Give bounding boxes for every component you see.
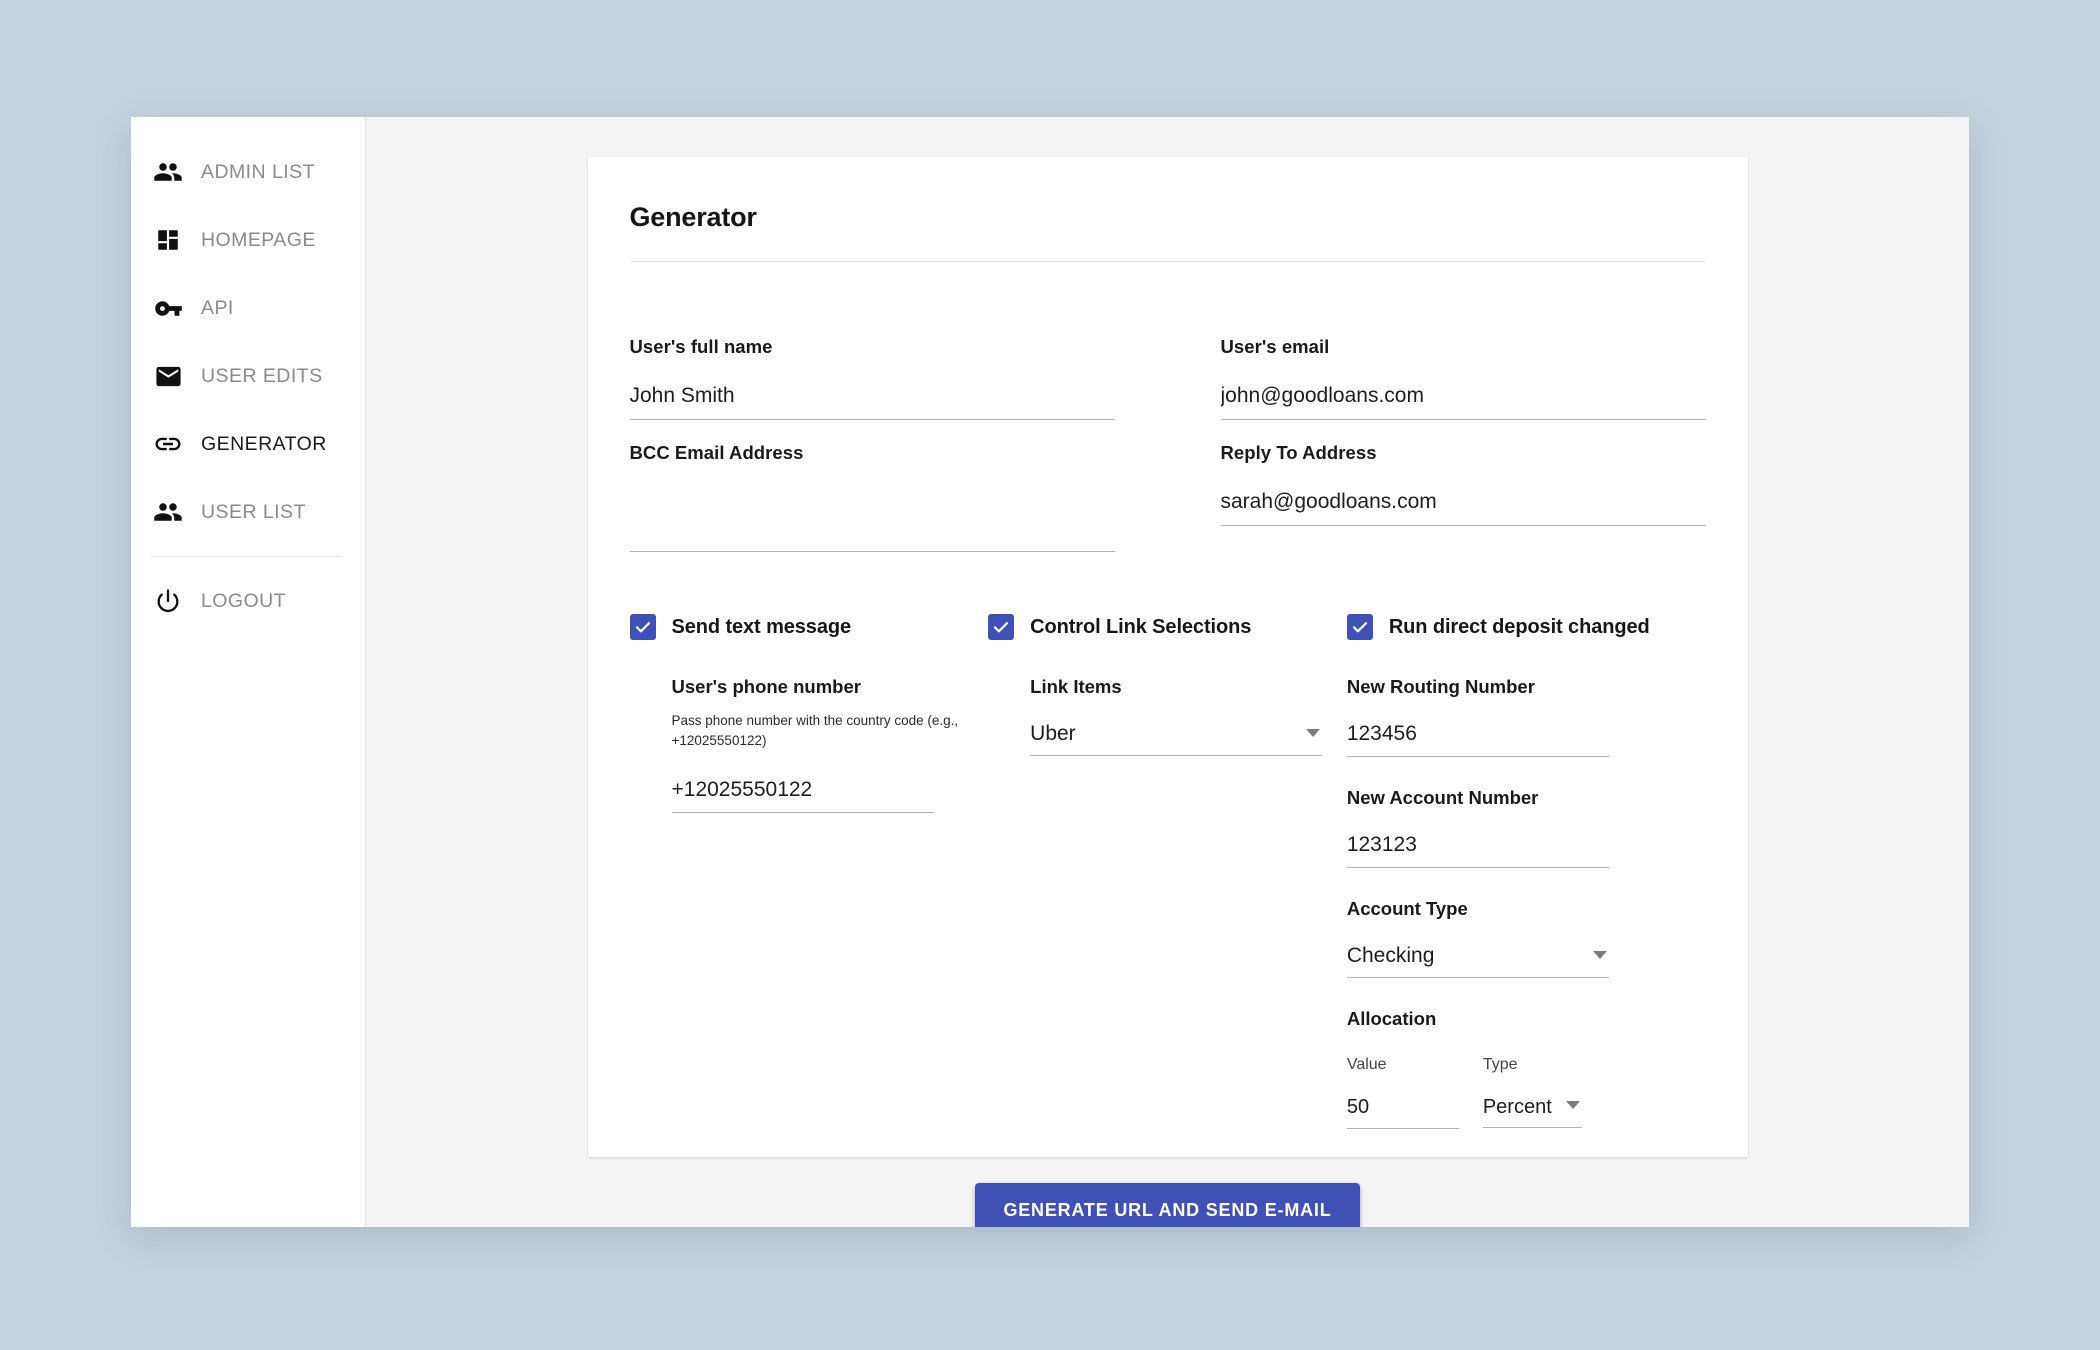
email-input[interactable] <box>1220 384 1706 420</box>
account-type-select-wrap: Checking <box>1346 944 1609 978</box>
phone-number-label: User's phone number <box>671 676 861 697</box>
account-type-label: Account Type <box>1346 898 1468 919</box>
allocation-label: Allocation <box>1346 1008 1437 1029</box>
direct-deposit-section: New Routing Number New Account Number Ac… <box>1346 640 1686 1129</box>
checkbox-label: Run direct deposit changed <box>1388 615 1650 638</box>
checkbox-run-direct-deposit-changed[interactable]: Run direct deposit changed <box>1346 614 1686 640</box>
field-full-name: User's full name <box>629 336 1115 420</box>
allocation-type-select[interactable]: Percent <box>1482 1096 1582 1128</box>
phone-number-input[interactable] <box>671 778 934 814</box>
sidebar-item-label: GENERATOR <box>201 432 327 455</box>
link-items-section: Link Items Uber <box>988 640 1327 756</box>
checkmark-icon <box>988 614 1015 640</box>
app-window: ADMIN LIST HOMEPAGE API USER EDITS GENER… <box>131 117 1969 1227</box>
sidebar-item-label: API <box>201 296 234 319</box>
checkbox-label: Send text message <box>671 615 852 638</box>
options-grid: Send text message User's phone number Pa… <box>629 614 1706 1129</box>
sidebar-divider <box>151 556 341 557</box>
allocation-value-label: Value <box>1346 1056 1387 1073</box>
sidebar-item-label: HOMEPAGE <box>201 228 316 251</box>
sidebar-item-label: LOGOUT <box>201 589 287 612</box>
sidebar-item-logout[interactable]: LOGOUT <box>131 567 365 635</box>
allocation-type-group: Type Percent <box>1482 1056 1609 1129</box>
bcc-label: BCC Email Address <box>629 442 804 463</box>
field-bcc: BCC Email Address <box>629 442 1115 552</box>
option-column-link-selections: Control Link Selections Link Items Uber <box>988 614 1347 1129</box>
phone-number-section: User's phone number Pass phone number wi… <box>630 640 969 814</box>
sidebar: ADMIN LIST HOMEPAGE API USER EDITS GENER… <box>131 117 366 1227</box>
key-icon <box>151 291 185 325</box>
allocation-type-select-wrap: Percent <box>1482 1096 1582 1128</box>
sidebar-item-label: USER EDITS <box>201 364 323 387</box>
reply-to-input[interactable] <box>1220 490 1706 526</box>
sidebar-item-label: ADMIN LIST <box>201 160 315 183</box>
generator-card: Generator User's full name User's email … <box>587 157 1748 1227</box>
full-name-input[interactable] <box>629 384 1115 420</box>
account-type-select[interactable]: Checking <box>1346 944 1609 978</box>
checkmark-icon <box>629 614 656 640</box>
contact-fields-grid: User's full name User's email BCC Email … <box>629 336 1706 574</box>
routing-number-input[interactable] <box>1346 722 1609 757</box>
routing-number-label: New Routing Number <box>1346 676 1535 697</box>
field-reply-to: Reply To Address <box>1220 442 1706 552</box>
submit-row: GENERATE URL AND SEND E-MAIL <box>630 1183 1706 1227</box>
generate-url-and-send-email-button[interactable]: GENERATE URL AND SEND E-MAIL <box>975 1183 1360 1227</box>
checkbox-control-link-selections[interactable]: Control Link Selections <box>988 614 1327 640</box>
sidebar-item-homepage[interactable]: HOMEPAGE <box>131 206 365 274</box>
field-email: User's email <box>1220 336 1706 420</box>
link-icon <box>151 427 185 461</box>
bcc-input[interactable] <box>629 490 1115 552</box>
allocation-value-input[interactable] <box>1346 1096 1459 1129</box>
checkbox-label: Control Link Selections <box>1030 615 1252 638</box>
power-icon <box>151 584 185 618</box>
main-content: Generator User's full name User's email … <box>366 117 1969 1227</box>
dashboard-icon <box>151 223 185 257</box>
checkmark-icon <box>1346 614 1373 640</box>
sidebar-item-generator[interactable]: GENERATOR <box>131 410 365 478</box>
link-items-label: Link Items <box>1030 676 1122 697</box>
people-icon <box>151 155 185 189</box>
sidebar-item-api[interactable]: API <box>131 274 365 342</box>
title-divider <box>629 261 1706 262</box>
sidebar-item-user-list[interactable]: USER LIST <box>131 478 365 546</box>
checkbox-send-text-message[interactable]: Send text message <box>629 614 969 640</box>
allocation-value-group: Value <box>1346 1056 1459 1129</box>
link-items-select[interactable]: Uber <box>1030 722 1323 756</box>
phone-number-helper-text: Pass phone number with the country code … <box>671 713 959 748</box>
account-number-label: New Account Number <box>1346 787 1539 808</box>
full-name-label: User's full name <box>629 336 773 357</box>
sidebar-item-label: USER LIST <box>201 500 306 523</box>
sidebar-item-user-edits[interactable]: USER EDITS <box>131 342 365 410</box>
account-number-input[interactable] <box>1346 833 1609 868</box>
allocation-type-label: Type <box>1482 1056 1518 1073</box>
reply-to-label: Reply To Address <box>1220 442 1377 463</box>
option-column-text-message: Send text message User's phone number Pa… <box>629 614 989 1129</box>
people-icon <box>151 495 185 529</box>
page-title: Generator <box>629 202 757 232</box>
option-column-direct-deposit: Run direct deposit changed New Routing N… <box>1346 614 1706 1129</box>
sidebar-item-admin-list[interactable]: ADMIN LIST <box>131 138 365 206</box>
mail-icon <box>151 359 185 393</box>
allocation-grid: Value Type Percent <box>1346 1056 1686 1129</box>
link-items-select-wrap: Uber <box>1030 722 1323 756</box>
email-label: User's email <box>1220 336 1330 357</box>
